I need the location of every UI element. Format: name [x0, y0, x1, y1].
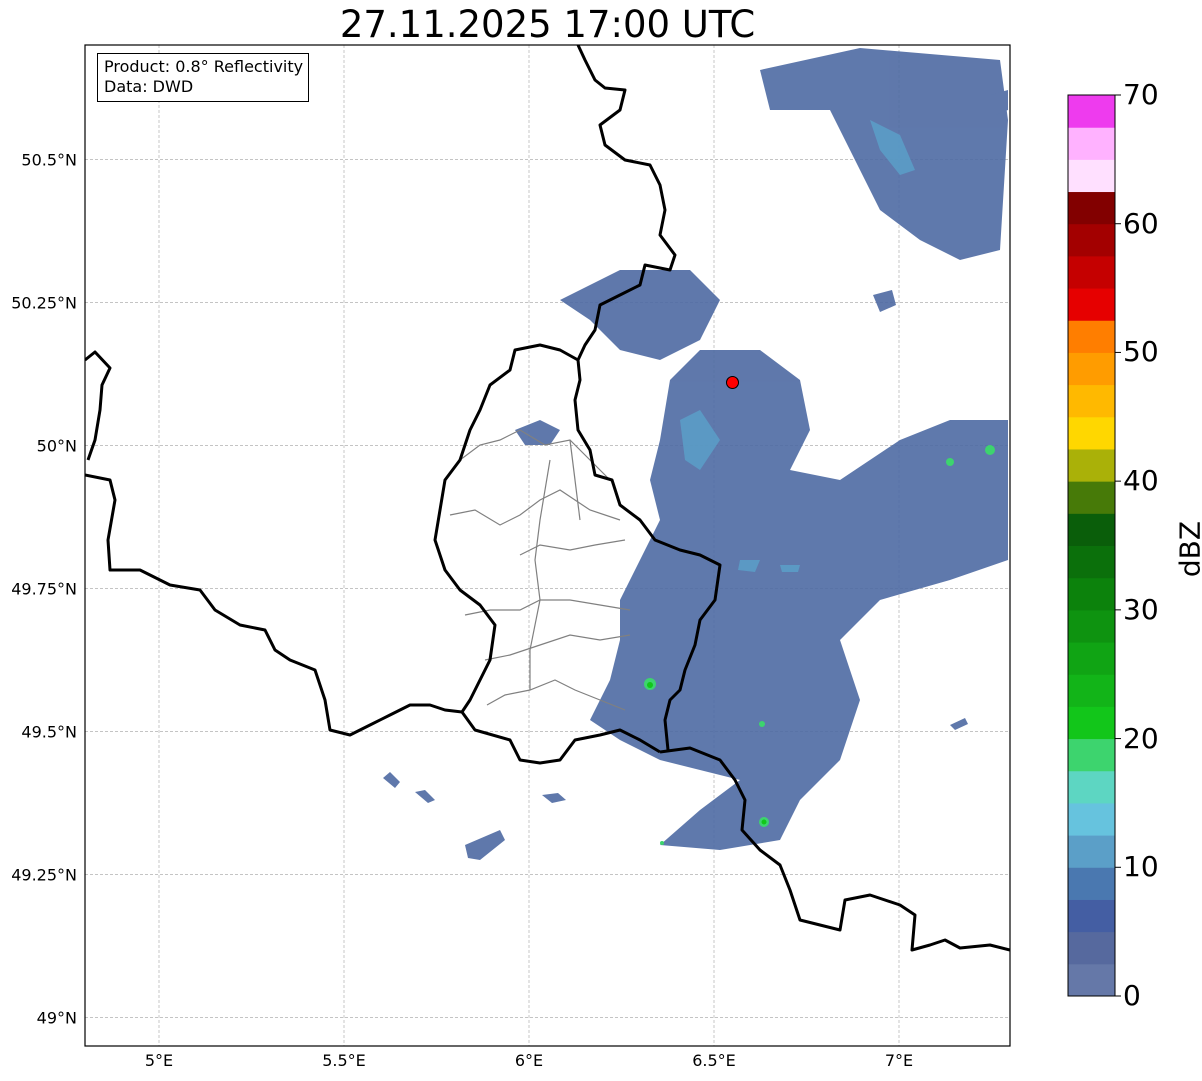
colorbar-swatch	[1068, 674, 1115, 707]
y-axis-ticks: 49°N 49.25°N 49.5°N 49.75°N 50°N 50.25°N 50.5°…	[11, 150, 77, 1027]
colorbar-swatch	[1068, 255, 1115, 289]
colorbar-swatch	[1068, 481, 1115, 514]
y-tick-label: 50°N	[37, 436, 77, 455]
colorbar	[1068, 94, 1121, 997]
echo-small-e	[950, 718, 968, 730]
x-axis-ticks: 5°E 5.5°E 6°E 6.5°E 7°E	[145, 1051, 913, 1070]
colorbar-swatch	[1068, 127, 1115, 160]
colorbar-tick-label: 20	[1123, 721, 1159, 755]
colorbar-swatch	[1068, 706, 1115, 740]
x-tick-label: 5°E	[145, 1051, 173, 1070]
colorbar-swatch	[1068, 835, 1115, 868]
colorbar-swatch	[1068, 963, 1115, 997]
x-tick-label: 7°E	[885, 1051, 913, 1070]
colorbar-swatch	[1068, 95, 1115, 128]
colorbar-swatch	[1068, 159, 1115, 193]
radar-map: 5°E 5.5°E 6°E 6.5°E 7°E 49°N 49.25°N 49.5°N 49.…	[11, 44, 1121, 1070]
y-tick-label: 49.25°N	[11, 865, 77, 884]
radar-site-marker	[726, 375, 739, 389]
colorbar-tick-label: 10	[1123, 850, 1159, 884]
colorbar-swatch	[1068, 448, 1115, 482]
y-tick-label: 49.75°N	[11, 579, 77, 598]
colorbar-swatch	[1068, 223, 1115, 257]
y-tick-label: 50.25°N	[11, 293, 77, 312]
colorbar-swatch	[1068, 352, 1115, 386]
colorbar-swatch	[1068, 867, 1115, 900]
colorbar-swatch	[1068, 545, 1115, 579]
colorbar-swatch	[1068, 288, 1115, 321]
x-tick-label: 6°E	[515, 1051, 543, 1070]
product-info-box: Product: 0.8° Reflectivity Data: DWD	[97, 53, 310, 102]
colorbar-swatch	[1068, 802, 1115, 836]
colorbar-tick-label: 50	[1123, 335, 1159, 369]
colorbar-swatch	[1068, 931, 1115, 965]
echo-small-sw-4	[465, 830, 505, 860]
border-nl	[85, 350, 112, 461]
product-label: Product: 0.8° Reflectivity	[104, 57, 304, 76]
echo-west-patch	[515, 420, 560, 445]
echo-small-sw-3	[542, 793, 566, 803]
colorbar-swatch	[1068, 642, 1115, 675]
echo-main-band	[590, 350, 1008, 850]
colorbar-tick-label: 30	[1123, 592, 1159, 626]
colorbar-swatch	[1068, 384, 1115, 418]
colorbar-swatch	[1068, 416, 1115, 450]
echo-small-sw-1	[383, 772, 400, 788]
echo-small-ne-2	[873, 290, 896, 312]
colorbar-swatch	[1068, 577, 1115, 611]
colorbar-swatch	[1068, 191, 1115, 225]
x-tick-label: 5.5°E	[322, 1051, 366, 1070]
colorbar-swatch	[1068, 899, 1115, 933]
colorbar-swatch	[1068, 738, 1115, 772]
border-be-fr	[85, 473, 463, 737]
regional-borders	[449, 429, 631, 711]
data-source-label: Data: DWD	[104, 77, 194, 96]
colorbar-tick-label: 60	[1123, 206, 1159, 240]
colorbar-tick-label: 40	[1123, 464, 1159, 498]
colorbar-swatch	[1068, 320, 1115, 353]
colorbar-swatch	[1068, 770, 1115, 804]
colorbar-tick-label: 0	[1123, 979, 1141, 1012]
y-tick-label: 50.5°N	[21, 150, 77, 169]
x-tick-label: 6.5°E	[692, 1051, 736, 1070]
colorbar-swatch	[1068, 609, 1115, 643]
colorbar-swatch	[1068, 513, 1115, 546]
colorbar-tick-label: 70	[1123, 78, 1159, 111]
colorbar-label: dBZ	[1173, 520, 1202, 578]
y-tick-label: 49.5°N	[21, 722, 77, 741]
y-tick-label: 49°N	[37, 1008, 77, 1027]
echo-small-sw-2	[415, 790, 435, 803]
